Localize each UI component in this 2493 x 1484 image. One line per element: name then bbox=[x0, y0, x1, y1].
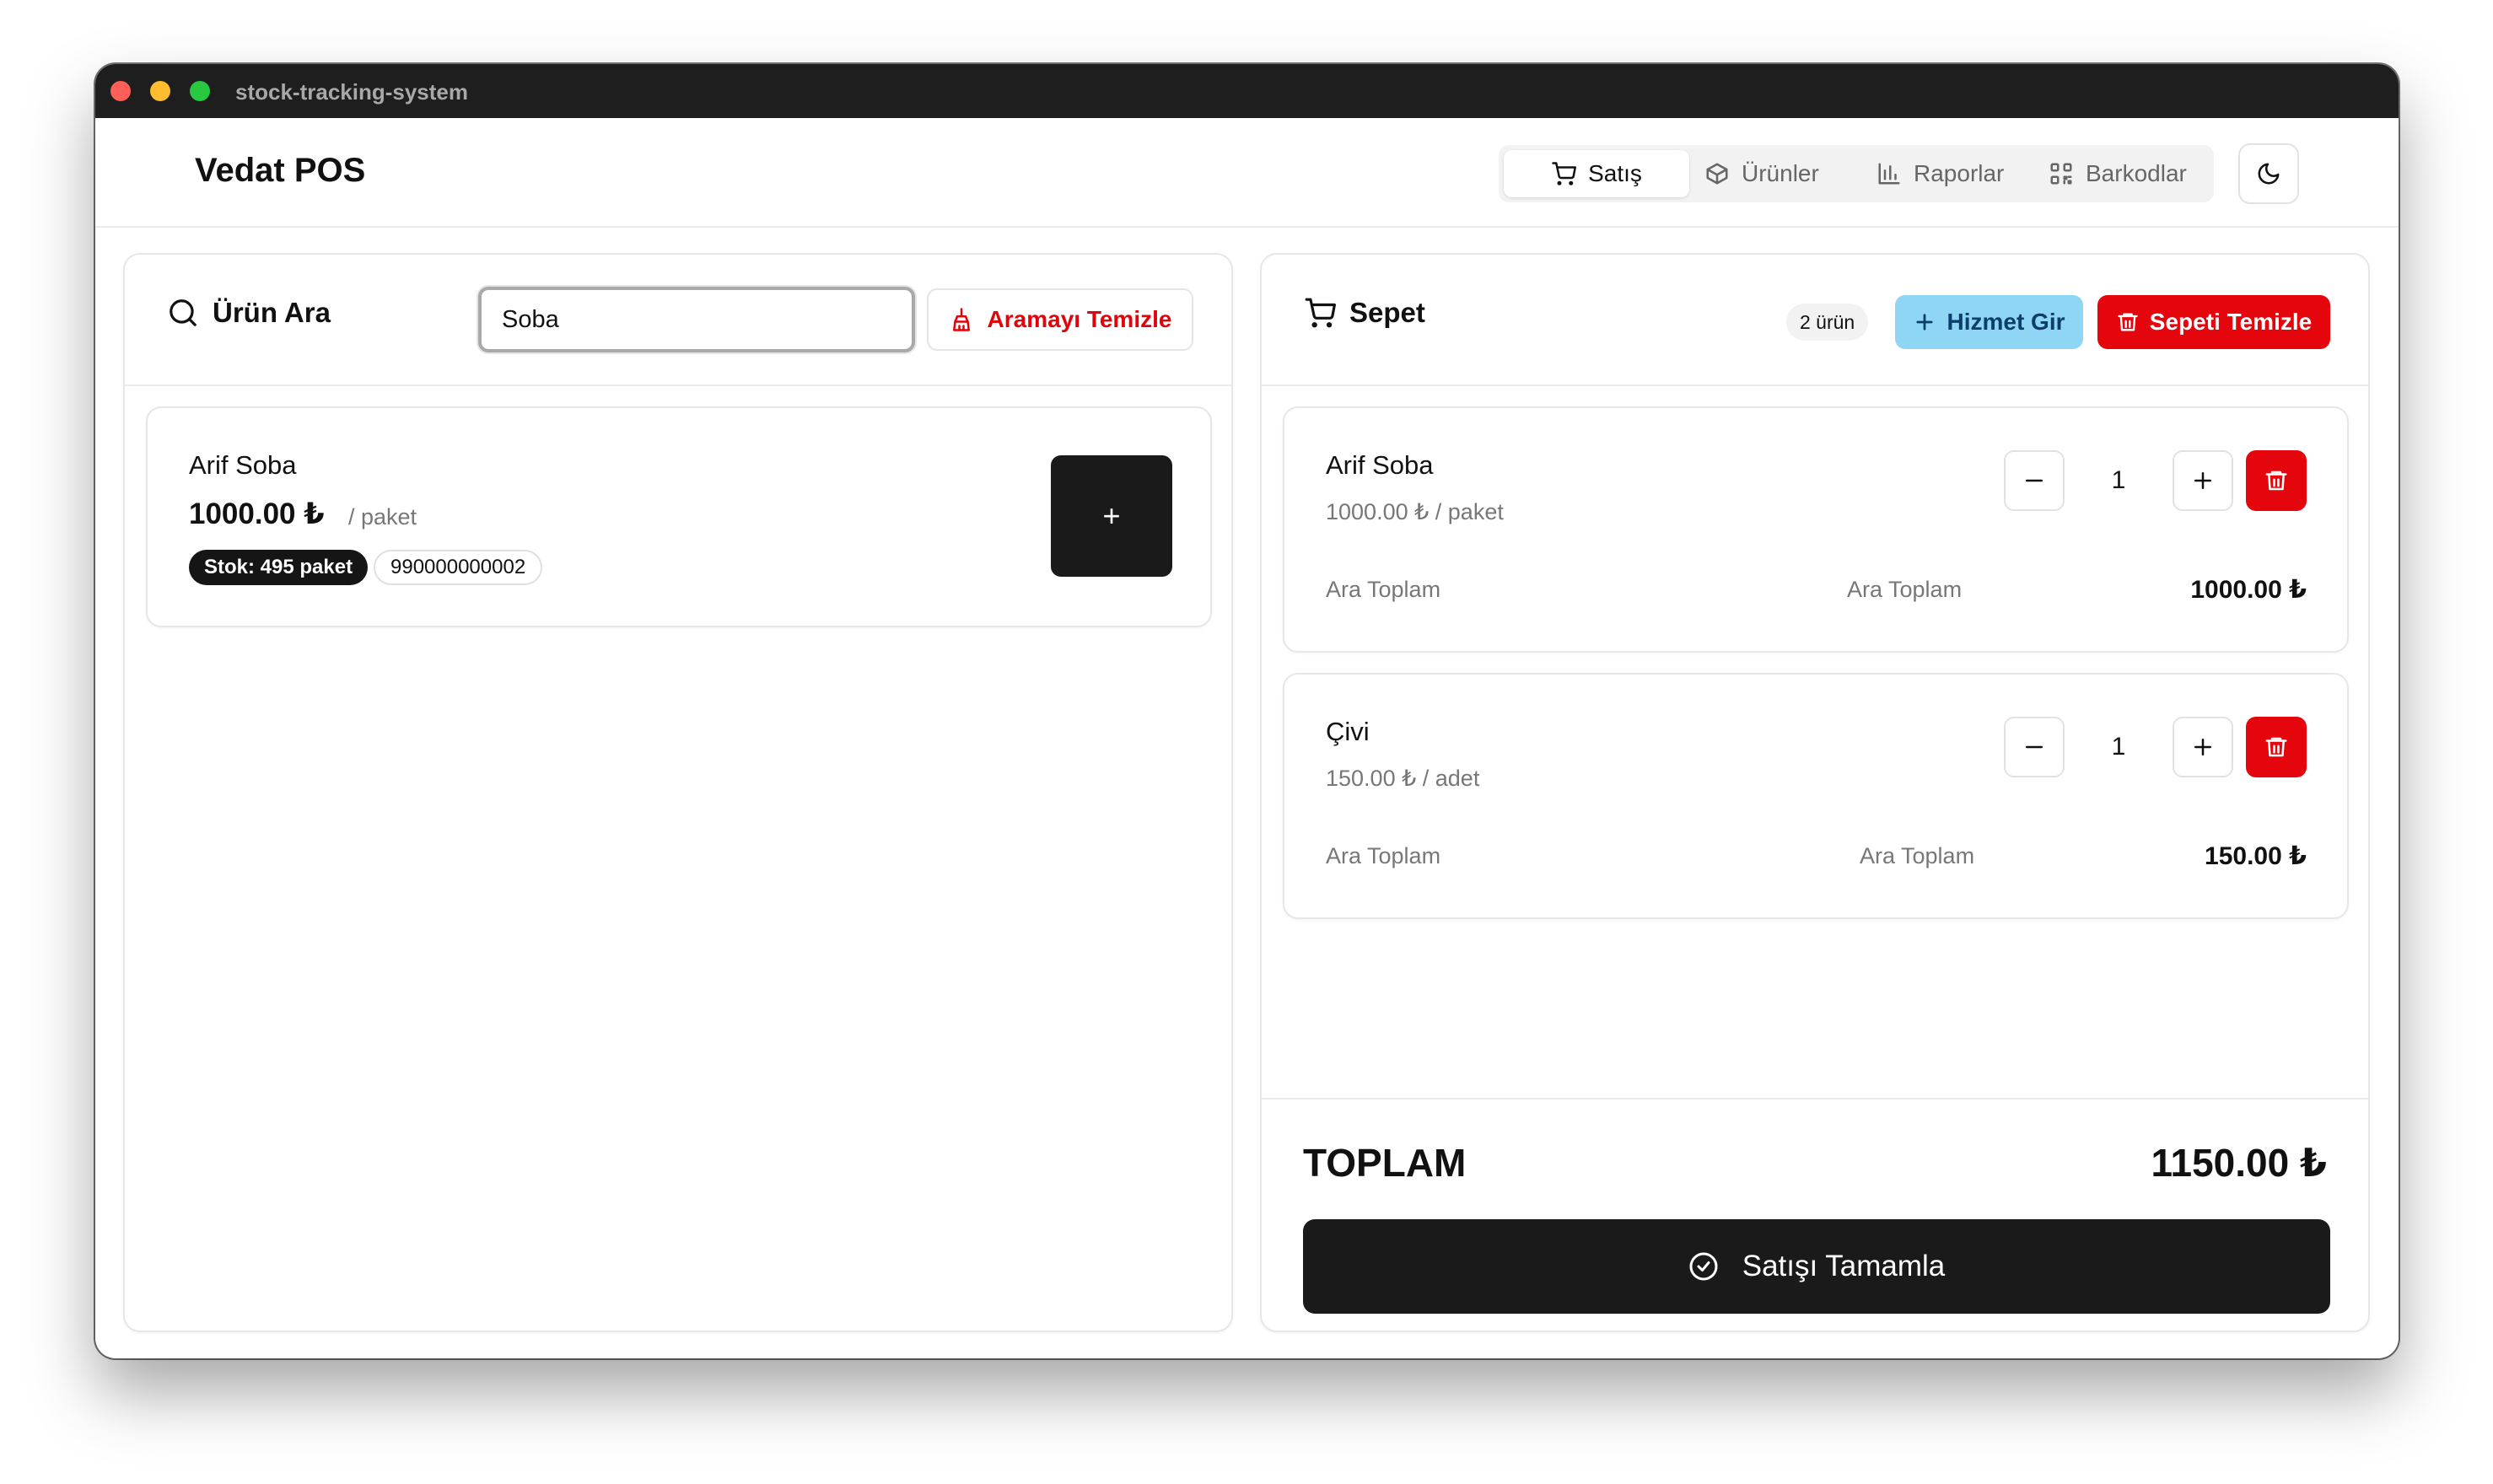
decrease-qty-button[interactable] bbox=[2004, 717, 2065, 777]
close-window-button[interactable] bbox=[110, 81, 131, 101]
cart-item-qty: 1 bbox=[2111, 466, 2126, 494]
add-service-label: Hizmet Gir bbox=[1946, 309, 2065, 335]
cart-panel-header: Sepet 2 ürün Hizmet Gir Sepeti Temizle bbox=[1262, 255, 2368, 386]
moon-icon bbox=[2258, 163, 2280, 185]
total-label: TOPLAM bbox=[1303, 1141, 1467, 1185]
product-unit: / paket bbox=[348, 504, 417, 530]
nav-tab-satis[interactable]: Satış bbox=[1504, 150, 1689, 197]
nav-tab-urunler[interactable]: Ürünler bbox=[1704, 150, 1819, 197]
search-panel-header: Ürün Ara Aramayı Temizle bbox=[125, 255, 1231, 386]
window-title: stock-tracking-system bbox=[235, 79, 468, 105]
remove-item-button[interactable] bbox=[2246, 450, 2307, 511]
minus-icon bbox=[2026, 745, 2043, 749]
cart-item-subtotal: 1000.00 ₺ bbox=[2190, 576, 2307, 604]
box-icon bbox=[1706, 163, 1728, 185]
cart-item-unit-price: 1000.00 ₺ / paket bbox=[1326, 499, 1504, 524]
complete-sale-label: Satışı Tamamla bbox=[1742, 1250, 1946, 1282]
remove-item-button[interactable] bbox=[2246, 717, 2307, 777]
broom-icon bbox=[952, 308, 970, 331]
cart-icon bbox=[1305, 298, 1336, 328]
bar-chart-icon bbox=[1878, 163, 1900, 185]
cart-item-qty: 1 bbox=[2111, 733, 2126, 761]
cart-item: Çivi 150.00 ₺ / adet 1 Ara Toplam Ara To… bbox=[1283, 673, 2349, 919]
brand-title: Vedat POS bbox=[195, 152, 366, 189]
clear-search-label: Aramayı Temizle bbox=[987, 306, 1172, 332]
minimize-window-button[interactable] bbox=[150, 81, 170, 101]
cart-panel-title: Sepet bbox=[1304, 297, 1425, 329]
cart-count-badge: 2 ürün bbox=[1786, 304, 1869, 341]
clear-cart-button[interactable]: Sepeti Temizle bbox=[2097, 295, 2330, 349]
product-search-panel: Ürün Ara Aramayı Temizle Arif Soba 1000.… bbox=[123, 253, 1233, 1332]
main-nav: Satış Ürünler Raporlar Barkodlar bbox=[1499, 145, 2214, 202]
search-icon bbox=[170, 299, 197, 326]
cart-item-subtotal: 150.00 ₺ bbox=[2205, 842, 2307, 870]
complete-sale-button[interactable]: Satışı Tamamla bbox=[1303, 1219, 2330, 1314]
nav-tab-barkodlar[interactable]: Barkodlar bbox=[2049, 150, 2187, 197]
product-name: Arif Soba bbox=[189, 450, 297, 480]
plus-icon bbox=[2194, 472, 2211, 489]
cart-panel-title-text: Sepet bbox=[1349, 297, 1425, 328]
maximize-window-button[interactable] bbox=[190, 81, 210, 101]
plus-icon bbox=[1916, 314, 1934, 331]
add-to-cart-button[interactable]: + bbox=[1051, 455, 1172, 577]
barcode-badge: 990000000002 bbox=[374, 550, 543, 585]
subtotal-label: Ara Toplam bbox=[1326, 843, 1441, 868]
clear-search-button[interactable]: Aramayı Temizle bbox=[927, 288, 1193, 351]
subtotal-label-secondary: Ara Toplam bbox=[1860, 843, 1975, 868]
increase-qty-button[interactable] bbox=[2173, 450, 2233, 511]
product-card: Arif Soba 1000.00 ₺ / paket Stok: 495 pa… bbox=[146, 406, 1212, 627]
product-price: 1000.00 ₺ bbox=[189, 497, 325, 530]
cart-icon bbox=[1552, 162, 1577, 186]
search-panel-title-text: Ürün Ara bbox=[213, 297, 331, 328]
clear-cart-label: Sepeti Temizle bbox=[2149, 309, 2313, 335]
app-window: stock-tracking-system Vedat POS Satış Ür… bbox=[95, 64, 2399, 1358]
trash-icon bbox=[2265, 470, 2287, 491]
increase-qty-button[interactable] bbox=[2173, 717, 2233, 777]
decrease-qty-button[interactable] bbox=[2004, 450, 2065, 511]
nav-tab-raporlar[interactable]: Raporlar bbox=[1876, 150, 2004, 197]
trash-icon bbox=[2265, 737, 2287, 757]
nav-tab-label: Satış bbox=[1588, 160, 1642, 186]
nav-tab-label: Ürünler bbox=[1742, 160, 1819, 186]
cart-footer: TOPLAM 1150.00 ₺ Satışı Tamamla bbox=[1262, 1098, 2368, 1332]
app-header: Vedat POS Satış Ürünler Raporlar Barkodl… bbox=[95, 118, 2399, 228]
search-input[interactable] bbox=[478, 287, 915, 352]
plus-icon bbox=[2194, 739, 2211, 755]
nav-tab-label: Barkodlar bbox=[2086, 160, 2187, 186]
cart-item-unit-price: 150.00 ₺ / adet bbox=[1326, 766, 1480, 791]
stock-badge: Stok: 495 paket bbox=[189, 550, 369, 585]
cart-item-name: Çivi bbox=[1326, 717, 1370, 746]
nav-tab-label: Raporlar bbox=[1914, 160, 2005, 186]
add-service-button[interactable]: Hizmet Gir bbox=[1895, 295, 2083, 349]
check-circle-icon bbox=[1689, 1252, 1718, 1281]
trash-icon bbox=[2118, 313, 2138, 331]
cart-panel: Sepet 2 ürün Hizmet Gir Sepeti Temizle A… bbox=[1260, 253, 2370, 1332]
total-value: 1150.00 ₺ bbox=[2151, 1141, 2327, 1185]
theme-toggle-button[interactable] bbox=[2238, 143, 2299, 204]
cart-item-name: Arif Soba bbox=[1326, 450, 1434, 480]
cart-item: Arif Soba 1000.00 ₺ / paket 1 Ara Toplam… bbox=[1283, 406, 2349, 653]
subtotal-label: Ara Toplam bbox=[1326, 577, 1441, 602]
subtotal-label-secondary: Ara Toplam bbox=[1847, 577, 1963, 602]
qr-code-icon bbox=[2050, 163, 2072, 185]
minus-icon bbox=[2026, 479, 2043, 482]
title-bar: stock-tracking-system bbox=[95, 64, 2399, 118]
search-panel-title: Ürün Ara bbox=[167, 297, 331, 329]
